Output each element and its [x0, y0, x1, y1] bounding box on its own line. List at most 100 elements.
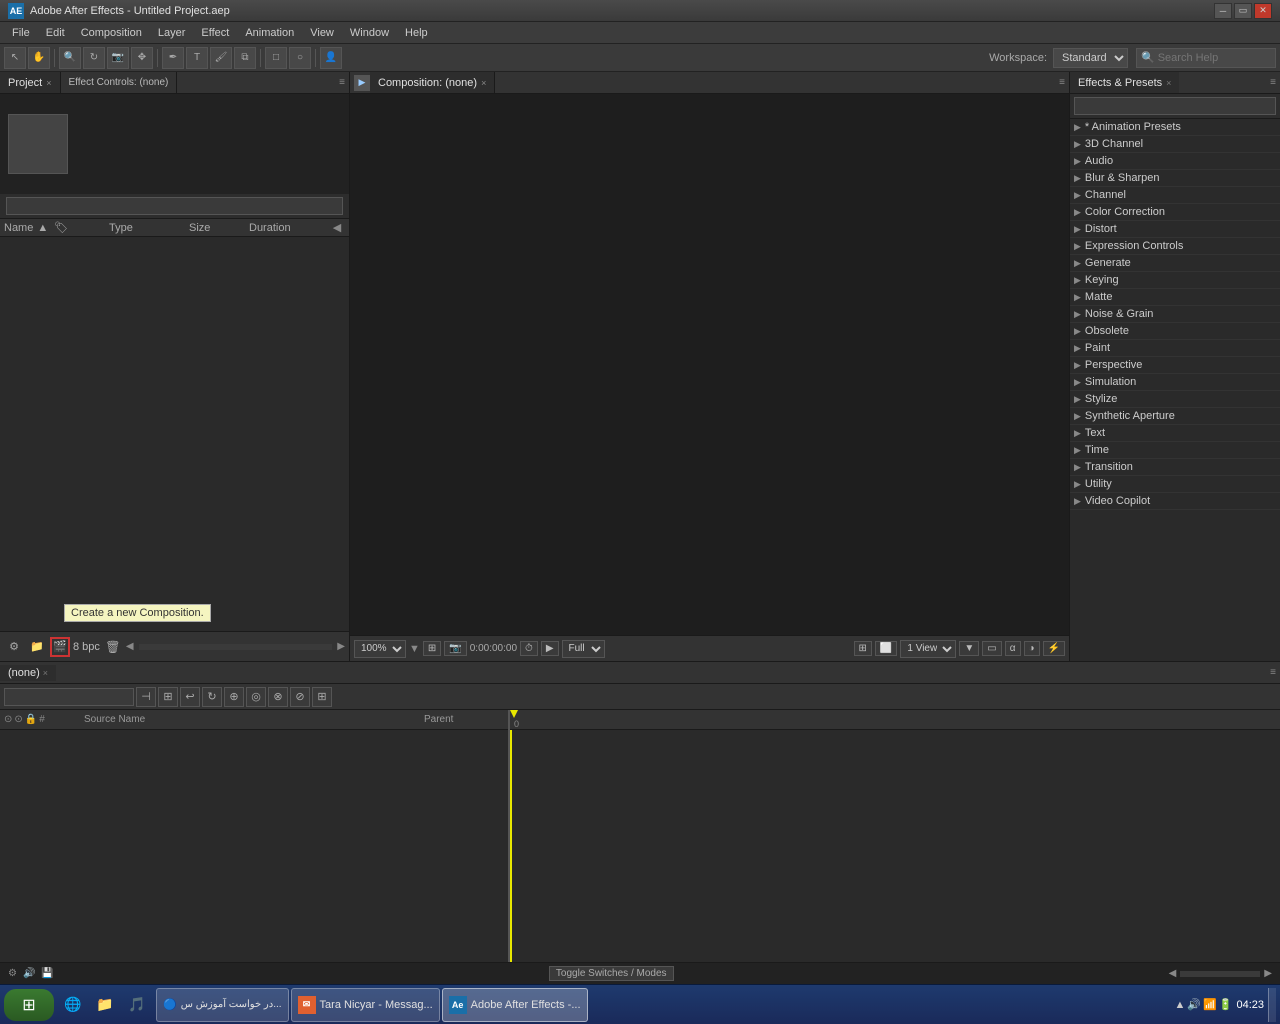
scroll-left-arrow[interactable]: ◀	[126, 641, 134, 652]
tab-project-close[interactable]: ×	[46, 78, 51, 88]
menu-help[interactable]: Help	[397, 25, 436, 41]
menu-composition[interactable]: Composition	[73, 25, 150, 41]
view-select[interactable]: 1 View	[900, 640, 956, 658]
effect-synthetic-aperture[interactable]: ▶ Synthetic Aperture	[1070, 408, 1280, 425]
tray-icon-2[interactable]: 🔊	[1187, 998, 1201, 1011]
show-desktop-button[interactable]	[1268, 988, 1276, 1022]
workspace-select[interactable]: Standard	[1053, 48, 1128, 68]
restore-button[interactable]: ▭	[1234, 3, 1252, 19]
tool-paint[interactable]: 🖌	[210, 47, 232, 69]
exposure-button[interactable]: ◑	[1024, 641, 1040, 656]
effect-time[interactable]: ▶ Time	[1070, 442, 1280, 459]
region-button[interactable]: ▭	[982, 641, 1001, 656]
panel-menu-left[interactable]: ≡	[339, 77, 345, 88]
tool-puppet[interactable]: 👤	[320, 47, 342, 69]
taskbar-media-button[interactable]: 🎵	[122, 988, 152, 1022]
fast-preview[interactable]: ⚡	[1043, 641, 1065, 656]
tl-btn-8[interactable]: ⊘	[290, 687, 310, 707]
fit-button[interactable]: ⊞	[423, 641, 441, 656]
grid-button[interactable]: ⊞	[854, 641, 872, 656]
taskbar-app-messenger[interactable]: ✉ Tara Nicyar - Messag...	[291, 988, 440, 1022]
tl-btn-9[interactable]: ⊞	[312, 687, 332, 707]
tool-camera[interactable]: 📷	[107, 47, 129, 69]
effect-paint[interactable]: ▶ Paint	[1070, 340, 1280, 357]
menu-file[interactable]: File	[4, 25, 38, 41]
new-composition-button[interactable]: 🎬	[50, 637, 70, 657]
effect-text[interactable]: ▶ Text	[1070, 425, 1280, 442]
render-button[interactable]: ▶	[541, 641, 559, 656]
effect-blur-sharpen[interactable]: ▶ Blur & Sharpen	[1070, 170, 1280, 187]
search-help-input[interactable]	[1158, 52, 1271, 64]
effect-channel[interactable]: ▶ Channel	[1070, 187, 1280, 204]
menu-animation[interactable]: Animation	[237, 25, 302, 41]
timeline-search-input[interactable]	[4, 688, 134, 706]
tray-icon-4[interactable]: 🔋	[1219, 998, 1233, 1011]
new-folder-button[interactable]: 📁	[27, 637, 47, 657]
timeline-rows[interactable]	[0, 730, 508, 962]
zoom-select[interactable]: 100%	[354, 640, 406, 658]
tool-zoom[interactable]: 🔍	[59, 47, 81, 69]
effect-distort[interactable]: ▶ Distort	[1070, 221, 1280, 238]
effect-keying[interactable]: ▶ Keying	[1070, 272, 1280, 289]
menu-edit[interactable]: Edit	[38, 25, 73, 41]
project-items[interactable]	[0, 237, 349, 631]
tl-btn-7[interactable]: ⊗	[268, 687, 288, 707]
col-name[interactable]: Name ▲ 🏷	[4, 221, 109, 234]
tab-timeline-none[interactable]: (none) ×	[0, 665, 56, 681]
tab-composition[interactable]: Composition: (none) ×	[370, 72, 495, 93]
start-button[interactable]: ⊞	[4, 989, 54, 1021]
snapshot-button[interactable]: 📷	[444, 641, 466, 656]
tl-btn-3[interactable]: ↩	[180, 687, 200, 707]
effect-color-correction[interactable]: ▶ Color Correction	[1070, 204, 1280, 221]
toggle-switches-button[interactable]: Toggle Switches / Modes	[549, 966, 674, 981]
menu-window[interactable]: Window	[342, 25, 397, 41]
effect-stylize[interactable]: ▶ Stylize	[1070, 391, 1280, 408]
tool-clone[interactable]: ⧉	[234, 47, 256, 69]
delete-item-button[interactable]: 🗑	[103, 637, 123, 657]
effects-search-input[interactable]	[1074, 97, 1276, 115]
effect-audio[interactable]: ▶ Audio	[1070, 153, 1280, 170]
taskbar-ie-button[interactable]: 🌐	[58, 988, 88, 1022]
scroll-right-btn[interactable]: ▶	[1264, 968, 1272, 979]
interpret-footage-button[interactable]: ⚙	[4, 637, 24, 657]
col-type[interactable]: Type	[109, 221, 189, 234]
tray-icon-1[interactable]: ▲	[1174, 999, 1185, 1011]
tl-btn-6[interactable]: ◎	[246, 687, 266, 707]
effect-video-copilot[interactable]: ▶ Video Copilot	[1070, 493, 1280, 510]
effect-animation-presets[interactable]: ▶ * Animation Presets	[1070, 119, 1280, 136]
tab-effect-controls[interactable]: Effect Controls: (none)	[61, 72, 178, 93]
effect-expression-controls[interactable]: ▶ Expression Controls	[1070, 238, 1280, 255]
timeline-panel-menu[interactable]: ≡	[1270, 667, 1276, 678]
transparency-button[interactable]: ⬜	[875, 641, 897, 656]
menu-effect[interactable]: Effect	[193, 25, 237, 41]
tray-icon-3[interactable]: 📶	[1203, 998, 1217, 1011]
tool-arrow[interactable]: ↖	[4, 47, 26, 69]
effect-3d-channel[interactable]: ▶ 3D Channel	[1070, 136, 1280, 153]
effect-matte[interactable]: ▶ Matte	[1070, 289, 1280, 306]
effects-panel-menu[interactable]: ≡	[1270, 77, 1276, 88]
col-duration[interactable]: Duration	[249, 221, 329, 234]
search-help-bar[interactable]: 🔍	[1136, 48, 1276, 68]
tool-shape[interactable]: □	[265, 47, 287, 69]
tab-effects-presets[interactable]: Effects & Presets ×	[1070, 72, 1179, 93]
tl-btn-2[interactable]: ⊞	[158, 687, 178, 707]
tool-text[interactable]: T	[186, 47, 208, 69]
effect-noise-grain[interactable]: ▶ Noise & Grain	[1070, 306, 1280, 323]
tl-btn-4[interactable]: ↻	[202, 687, 222, 707]
scroll-right-arrow[interactable]: ▶	[337, 641, 345, 652]
tab-project[interactable]: Project ×	[0, 72, 61, 93]
effect-simulation[interactable]: ▶ Simulation	[1070, 374, 1280, 391]
col-size[interactable]: Size	[189, 221, 249, 234]
menu-layer[interactable]: Layer	[150, 25, 194, 41]
taskbar-folder-button[interactable]: 📁	[90, 988, 120, 1022]
effect-transition[interactable]: ▶ Transition	[1070, 459, 1280, 476]
tool-pen[interactable]: ✒	[162, 47, 184, 69]
tab-comp-close[interactable]: ×	[481, 78, 486, 88]
quality-select[interactable]: Full	[562, 640, 605, 658]
minimize-button[interactable]: ─	[1214, 3, 1232, 19]
alpha-button[interactable]: α	[1005, 641, 1021, 656]
menu-view[interactable]: View	[302, 25, 342, 41]
tool-hand[interactable]: ✋	[28, 47, 50, 69]
scroll-left-btn[interactable]: ◀	[1169, 968, 1177, 979]
tab-timeline-close[interactable]: ×	[43, 668, 48, 678]
